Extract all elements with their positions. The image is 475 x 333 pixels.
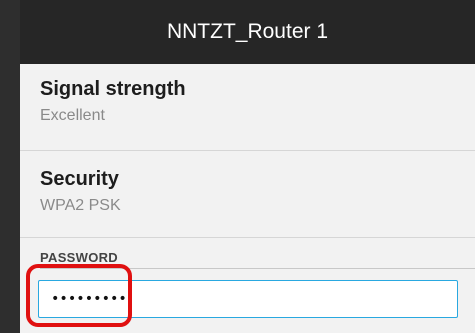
network-name-title: NNTZT_Router 1 <box>166 20 329 43</box>
security-label: Security <box>40 168 119 190</box>
password-label-underline <box>40 268 475 269</box>
password-input[interactable] <box>38 280 458 318</box>
security-value: WPA2 PSK <box>40 197 121 214</box>
wifi-network-dialog: NNTZT_Router 1 Signal strength Excellent… <box>20 0 475 333</box>
dialog-header: NNTZT_Router 1 <box>20 0 475 64</box>
signal-strength-label: Signal strength <box>40 78 186 100</box>
divider <box>20 150 475 151</box>
security-section: Security WPA2 PSK <box>40 168 475 215</box>
signal-strength-value: Excellent <box>40 107 105 124</box>
signal-strength-section: Signal strength Excellent <box>40 78 475 125</box>
password-label: PASSWORD <box>40 250 118 265</box>
background-left-edge <box>0 0 22 333</box>
divider <box>20 237 475 238</box>
